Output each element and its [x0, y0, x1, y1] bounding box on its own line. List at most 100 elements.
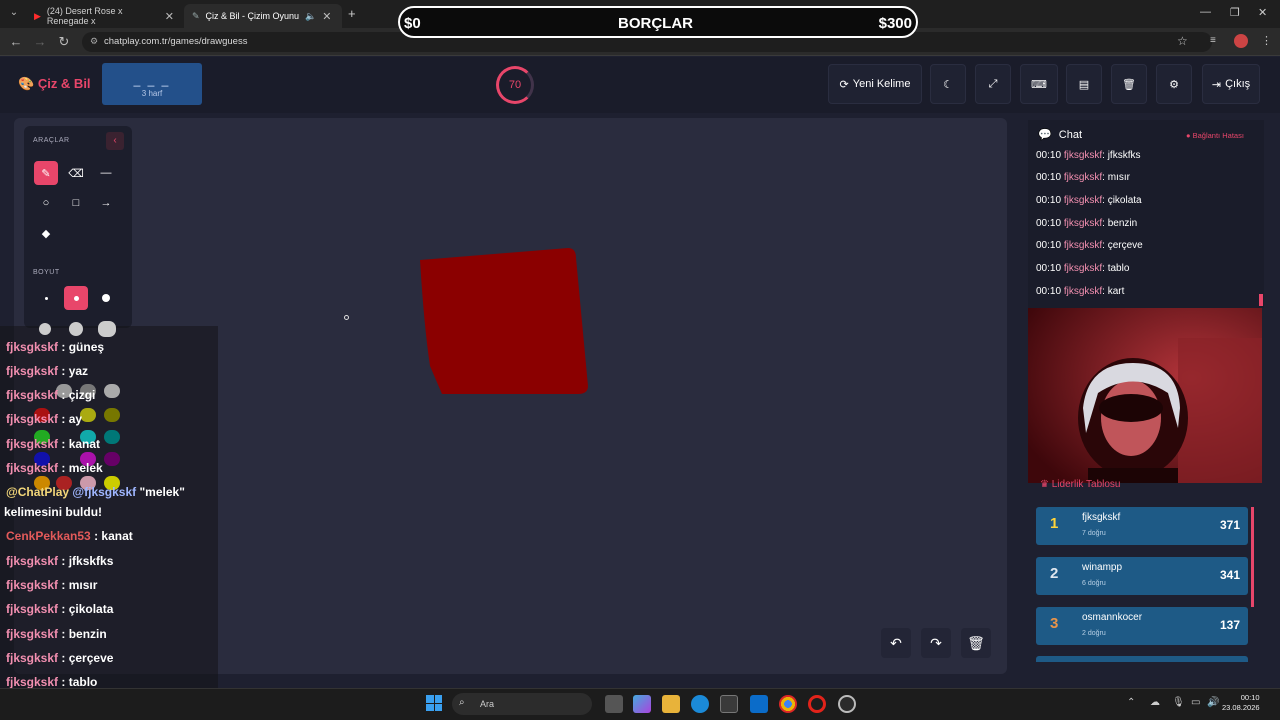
settings-button[interactable]: ⚙: [1156, 64, 1192, 104]
back-icon[interactable]: ←: [8, 34, 24, 49]
stream-chat-message: fjksgkskf : yaz: [6, 364, 88, 378]
chat-username: fjksgkskf: [6, 651, 59, 665]
sign-out-icon: ⇥: [1211, 78, 1222, 91]
new-word-button[interactable]: ⟳ Yeni Kelime: [828, 64, 922, 104]
new-word-label: Yeni Kelime: [852, 78, 911, 90]
fullscreen-button[interactable]: ⤢: [975, 64, 1011, 104]
archive-button[interactable]: ▤: [1066, 64, 1102, 104]
network-icon[interactable]: ☁: [1150, 697, 1160, 708]
chat-separator: :: [58, 461, 69, 475]
chat-separator: :: [58, 364, 69, 378]
chat-message: 00:10 fjksgkskf: kart: [1036, 286, 1124, 297]
chat-text: tablo: [68, 675, 98, 689]
taskbar-search[interactable]: Ara: [452, 693, 592, 715]
new-tab-button[interactable]: +: [348, 6, 356, 21]
task-view-icon[interactable]: [605, 695, 623, 713]
microphone-icon[interactable]: 🎙: [1172, 697, 1185, 708]
maximize-icon[interactable]: ❐: [1230, 6, 1240, 19]
score: 137: [1219, 618, 1240, 632]
tab-list-icon[interactable]: ⌄: [6, 7, 22, 18]
size-large[interactable]: [94, 286, 118, 310]
brush-tool[interactable]: ✎: [34, 161, 58, 185]
score: 341: [1219, 568, 1240, 582]
size-medium[interactable]: [64, 286, 88, 310]
forward-icon[interactable]: →: [32, 34, 48, 49]
tab-youtube[interactable]: ▶ (24) Desert Rose x Renegade x ✕: [26, 4, 182, 28]
start-button[interactable]: [426, 695, 442, 711]
store-icon[interactable]: [720, 695, 738, 713]
app-icon[interactable]: [838, 695, 856, 713]
delete-button[interactable]: 🗑: [1111, 64, 1147, 104]
rectangle-tool[interactable]: □: [64, 191, 88, 215]
tab-drawguess[interactable]: ✎ Çiz & Bil - Çizim Oyunu 🔈 ✕: [184, 4, 342, 28]
chat-username: @ChatPlay: [6, 485, 70, 499]
site-info-icon[interactable]: ⚙: [90, 36, 98, 47]
word-hint: 3 harf: [141, 89, 163, 98]
chat-panel: [1028, 120, 1264, 308]
moon-icon: ☾: [943, 78, 953, 91]
collapse-panel-button[interactable]: ‹: [106, 132, 124, 150]
exit-button[interactable]: ⇥ Çıkış: [1202, 64, 1260, 104]
app-logo[interactable]: 🎨 Çiz & Bil: [18, 76, 91, 92]
chat-header: 💬 Chat: [1038, 128, 1082, 141]
circle-tool[interactable]: ○: [34, 191, 58, 215]
line-tool[interactable]: —: [94, 161, 118, 185]
trash-icon: 🗑: [1122, 78, 1136, 91]
edge-icon[interactable]: [691, 695, 709, 713]
profile-avatar[interactable]: [1234, 34, 1248, 48]
taskbar-clock[interactable]: 00:10 23.08.2026: [1222, 693, 1260, 713]
eraser-tool[interactable]: ⌫: [64, 161, 88, 185]
word-mask: _ _ _: [133, 73, 171, 87]
keyboard-button[interactable]: ⌨: [1020, 64, 1058, 104]
chat-separator: :: [58, 554, 69, 568]
file-explorer-icon[interactable]: [662, 695, 680, 713]
chat-username: fjksgkskf: [6, 602, 59, 616]
debt-banner: $0 BORÇLAR $300: [398, 6, 918, 38]
chat-title: Chat: [1058, 129, 1083, 141]
outlook-icon[interactable]: [750, 695, 768, 713]
palette-icon: 🎨: [18, 76, 35, 91]
chat-time: 00:10: [1036, 286, 1062, 297]
tab-label: Çiz & Bil - Çizim Oyunu: [205, 11, 300, 21]
chat-mention: @fjksgkskf: [72, 485, 137, 499]
redo-button[interactable]: ↷: [921, 628, 951, 658]
chat-text: benzin: [68, 627, 107, 641]
chrome-icon[interactable]: [779, 695, 797, 713]
leaderboard-scrollbar[interactable]: [1251, 507, 1254, 607]
taskbar-search-text: Ara: [480, 699, 495, 709]
crown-icon: ♛: [1040, 479, 1049, 490]
browser-menu-icon[interactable]: ⋮: [1261, 34, 1272, 47]
chat-scrollbar[interactable]: [1259, 294, 1263, 306]
close-tab-icon[interactable]: ✕: [165, 10, 174, 23]
undo-button[interactable]: ↶: [881, 628, 911, 658]
opera-icon[interactable]: [808, 695, 826, 713]
status-dot-icon: ●: [1186, 131, 1191, 140]
medium-dot-icon: [73, 295, 79, 301]
player-name: winampp: [1082, 562, 1123, 573]
tools-title: ARAÇLAR: [33, 137, 70, 144]
app-logo-text: Çiz & Bil: [37, 76, 91, 91]
palette-swatch: [69, 322, 83, 336]
minimize-icon[interactable]: —: [1200, 6, 1211, 18]
display-icon[interactable]: ▭: [1191, 697, 1200, 708]
chat-username: fjksgkskf: [1063, 218, 1103, 229]
copilot-icon[interactable]: [633, 695, 651, 713]
close-tab-icon[interactable]: ✕: [322, 10, 331, 23]
volume-icon[interactable]: 🔊: [1207, 697, 1219, 708]
chat-username: fjksgkskf: [6, 554, 59, 568]
arrow-tool[interactable]: →: [94, 191, 118, 215]
chat-text: : çerçeve: [1102, 240, 1143, 251]
reload-icon[interactable]: ↻: [56, 34, 72, 50]
tray-overflow-icon[interactable]: ⌃: [1127, 697, 1135, 708]
clear-canvas-button[interactable]: 🗑: [961, 628, 991, 658]
bookmark-star-icon[interactable]: ☆: [1177, 34, 1188, 48]
large-dot-icon: [102, 294, 110, 302]
media-icon[interactable]: ≡: [1210, 35, 1216, 46]
speaker-icon[interactable]: 🔈: [305, 11, 316, 22]
dark-mode-button[interactable]: ☾: [930, 64, 966, 104]
close-window-icon[interactable]: ✕: [1258, 6, 1267, 19]
stream-chat-message: fjksgkskf : çerçeve: [6, 651, 113, 665]
fill-tool[interactable]: ◆: [34, 221, 58, 245]
stream-chat-message: fjksgkskf : kanat: [6, 437, 100, 451]
size-small[interactable]: [34, 286, 58, 310]
